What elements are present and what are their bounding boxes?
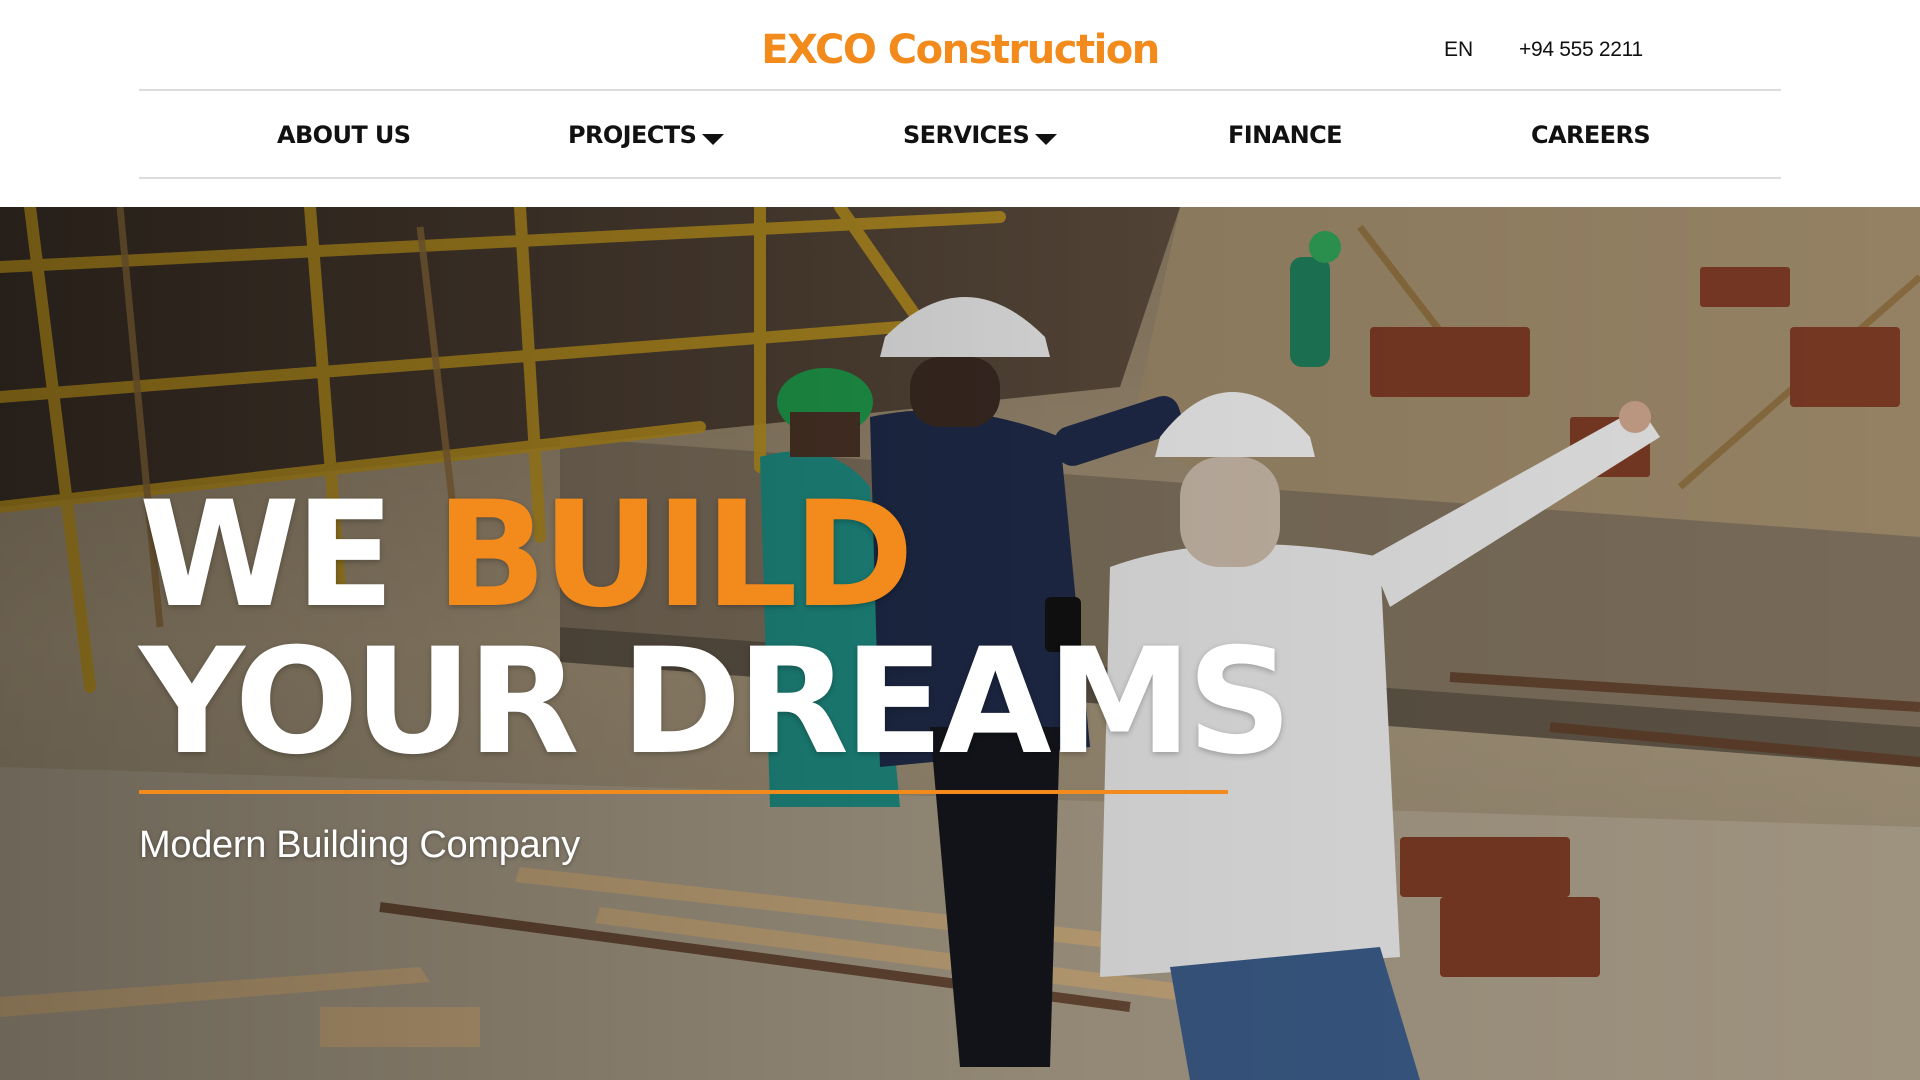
nav-label-about-us: ABOUT US xyxy=(277,121,411,149)
caret-down-icon[interactable] xyxy=(1035,133,1058,145)
nav-label-careers: CAREERS xyxy=(1531,121,1651,149)
nav-label-projects: PROJECTS xyxy=(568,121,697,149)
nav-item-careers[interactable]: CAREERS xyxy=(1531,118,1651,152)
hero-headline-underline xyxy=(139,790,1228,794)
hero-subtitle: Modern Building Company xyxy=(139,824,580,866)
hero-headline-line-2: YOUR DREAMS xyxy=(139,617,1292,787)
site-header: EXCO Construction EN +94 555 2211 ABOUT … xyxy=(0,0,1920,207)
hero-headline-word-build: BUILD xyxy=(435,470,914,640)
nav-item-about-us[interactable]: ABOUT US xyxy=(277,118,411,152)
language-selector[interactable]: EN xyxy=(1444,36,1473,64)
caret-down-icon[interactable] xyxy=(702,133,725,145)
header-divider-bottom xyxy=(139,177,1781,179)
hero-headline-word-we: WE xyxy=(139,470,395,640)
nav-item-finance[interactable]: FINANCE xyxy=(1228,118,1342,152)
hero-headline-line-1: WE BUILD xyxy=(139,480,914,630)
nav-item-projects[interactable]: PROJECTS xyxy=(568,118,725,152)
nav-item-services[interactable]: SERVICES xyxy=(903,118,1058,152)
nav-label-services: SERVICES xyxy=(903,121,1030,149)
phone-number[interactable]: +94 555 2211 xyxy=(1519,36,1643,64)
nav-label-finance: FINANCE xyxy=(1228,121,1342,149)
header-divider-top xyxy=(139,89,1781,91)
